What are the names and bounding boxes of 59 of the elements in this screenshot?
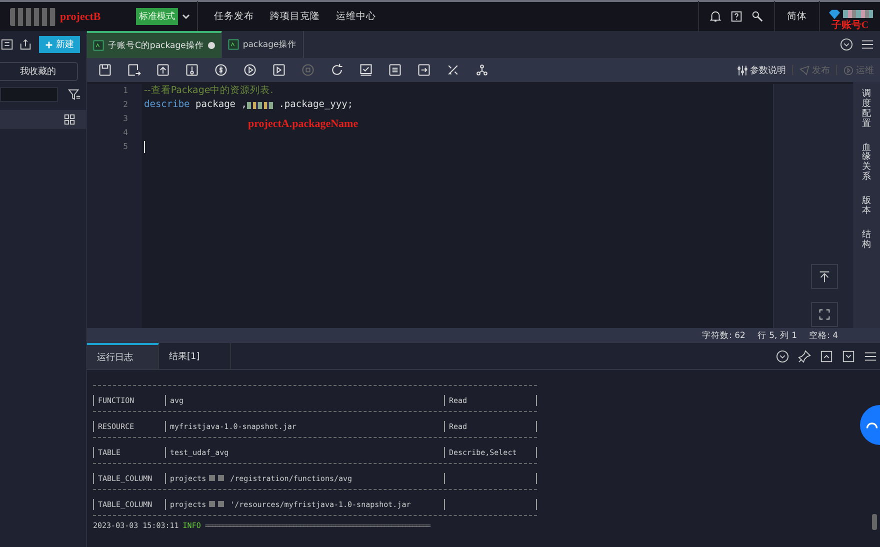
sql-file-icon bbox=[228, 39, 239, 50]
line-number: 1 bbox=[122, 85, 128, 97]
status-text: 行 5, 列 1 bbox=[757, 330, 798, 342]
list-icon[interactable] bbox=[1, 38, 14, 51]
unsaved-dot bbox=[208, 42, 215, 49]
sql-file-icon bbox=[93, 40, 104, 51]
redacted-text bbox=[10, 8, 56, 26]
params-button[interactable]: 参数说明 bbox=[735, 64, 788, 76]
panel-tab[interactable]: 运行日志 bbox=[87, 343, 159, 369]
search-field[interactable] bbox=[0, 87, 58, 102]
nav-link[interactable]: 跨项目克隆 bbox=[270, 10, 320, 23]
line-number: 5 bbox=[122, 141, 128, 153]
code-text: .package_yyy; bbox=[278, 98, 354, 112]
code-comment: --查看Package中的资源列表. bbox=[144, 84, 274, 98]
collapse-icon[interactable] bbox=[842, 350, 855, 363]
editor-tab[interactable]: 子账号C的package操作 bbox=[87, 31, 222, 58]
nav-link[interactable]: 运维中心 bbox=[336, 10, 376, 23]
side-tab[interactable]: 血缘关系 bbox=[862, 144, 871, 184]
plus-icon bbox=[45, 40, 53, 48]
bell-icon[interactable] bbox=[709, 10, 722, 23]
account-note: 子账号C bbox=[831, 20, 869, 30]
import-icon[interactable] bbox=[19, 38, 32, 51]
menu-icon[interactable] bbox=[864, 350, 877, 363]
code-text: package , bbox=[194, 98, 247, 112]
status-text: 空格: 4 bbox=[809, 330, 838, 342]
annotation-note: projectA.packageName bbox=[248, 118, 358, 130]
side-tab[interactable]: 版本 bbox=[862, 197, 871, 217]
help-icon[interactable] bbox=[730, 10, 743, 23]
project-note: projectB bbox=[60, 10, 101, 22]
panel-tab[interactable]: 结果[1] bbox=[159, 343, 231, 369]
fullscreen-icon bbox=[818, 308, 831, 321]
sliders-icon bbox=[737, 64, 748, 76]
side-tab[interactable]: 结构 bbox=[862, 230, 871, 251]
filter-icon[interactable] bbox=[68, 88, 81, 101]
pin-icon[interactable] bbox=[798, 350, 811, 363]
redacted-text bbox=[246, 102, 273, 108]
nav-link[interactable]: 任务发布 bbox=[214, 10, 254, 23]
side-tab[interactable]: 调度配置 bbox=[862, 90, 871, 130]
expand-icon[interactable] bbox=[820, 350, 833, 363]
line-number: 4 bbox=[122, 127, 128, 139]
play-icon bbox=[843, 64, 854, 76]
dropdown-icon[interactable] bbox=[840, 38, 853, 51]
favorites-button[interactable]: 我收藏的 bbox=[0, 62, 78, 81]
diamond-icon bbox=[828, 8, 840, 20]
line-number: 2 bbox=[122, 99, 128, 111]
grid-icon[interactable] bbox=[63, 113, 76, 126]
menu-icon[interactable] bbox=[861, 38, 874, 51]
fullscreen-button[interactable] bbox=[811, 302, 838, 327]
line-number: 3 bbox=[122, 113, 128, 125]
redacted-text bbox=[842, 10, 872, 18]
text-cursor bbox=[144, 141, 145, 153]
scroll-top-button[interactable] bbox=[811, 264, 838, 289]
caret-icon bbox=[181, 12, 191, 22]
status-text: 字符数: 62 bbox=[702, 330, 746, 342]
scrollbar[interactable] bbox=[872, 514, 877, 530]
dropdown-icon[interactable] bbox=[776, 350, 789, 363]
folder-row[interactable] bbox=[0, 110, 86, 129]
code-text: describe bbox=[144, 98, 190, 112]
arrow-up-icon bbox=[818, 270, 831, 283]
